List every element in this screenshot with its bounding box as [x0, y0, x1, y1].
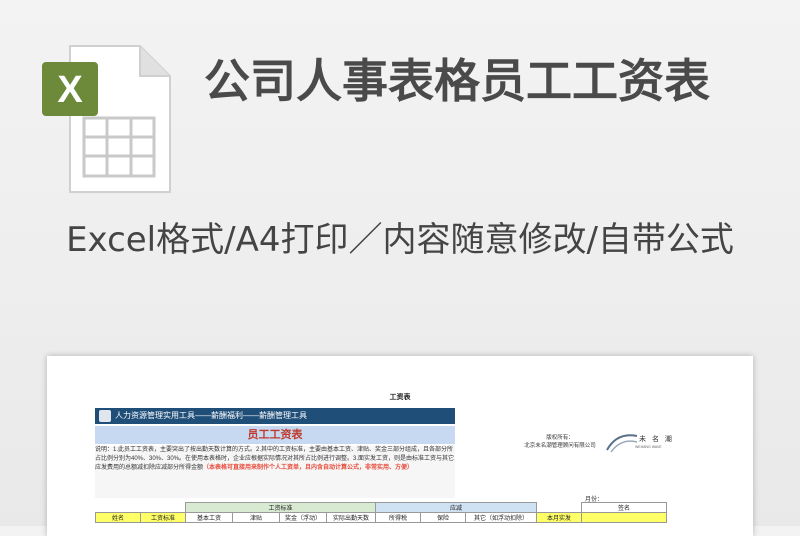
page-subtitle: Excel格式/A4打印／内容随意修改/自带公式: [66, 220, 734, 260]
owner-name: 北京未名潮管理顾问有限公司: [524, 443, 596, 449]
header-net: 本月实发: [536, 512, 582, 523]
copyright: 版权所有： 北京未名潮管理顾问有限公司: [505, 434, 615, 450]
description-note: （本表格可直接用来制作个人工资单，且内含自动计算公式，非常实用、方便）: [203, 465, 414, 471]
header-insurance: 保险: [420, 512, 466, 523]
header-standard: 工资标准: [140, 512, 186, 523]
sign-cell: [581, 512, 667, 523]
page-title: 公司人事表格员工工资表: [204, 54, 710, 108]
group-sign: 签名: [581, 502, 667, 513]
header-base: 基本工资: [185, 512, 233, 523]
salary-table: 工资标准 应减 签名 姓名 工资标准 基本工资 津贴 奖金（浮动） 实际出勤天数…: [95, 502, 667, 523]
description: 说明：1.此员工工资表，主要突出了按出勤天数计算的方式。2.其中的工资标准，主要…: [95, 446, 455, 498]
group-deduct: 应减: [375, 502, 537, 513]
wrench-icon: [99, 410, 111, 422]
owner-label: 版权所有：: [546, 435, 574, 441]
header-bonus: 奖金（浮动）: [279, 512, 327, 523]
excel-file-icon: X: [42, 45, 171, 193]
spreadsheet-preview: 工资表 人力资源管理实用工具——薪酬福利——薪酬管理工具 员工工资表 说明：1.…: [47, 356, 753, 536]
group-standard: 工资标准: [185, 502, 376, 513]
excel-x-letter: X: [57, 69, 83, 111]
banner-text: 人力资源管理实用工具——薪酬福利——薪酬管理工具: [115, 411, 307, 420]
header-attendance: 实际出勤天数: [326, 512, 376, 523]
tool-banner: 人力资源管理实用工具——薪酬福利——薪酬管理工具: [95, 408, 455, 424]
header-allowance: 津贴: [232, 512, 280, 523]
logo-text: 未 名 潮: [639, 436, 674, 443]
panel-title: 员工工资表: [95, 426, 455, 444]
header-other: 其它（如浮动扣除）: [465, 512, 537, 523]
sheet-title: 工资表: [389, 394, 411, 401]
logo-subtext: WEIMING WAVE: [635, 445, 662, 449]
header-name: 姓名: [95, 512, 141, 523]
header-tax: 所得税: [375, 512, 421, 523]
